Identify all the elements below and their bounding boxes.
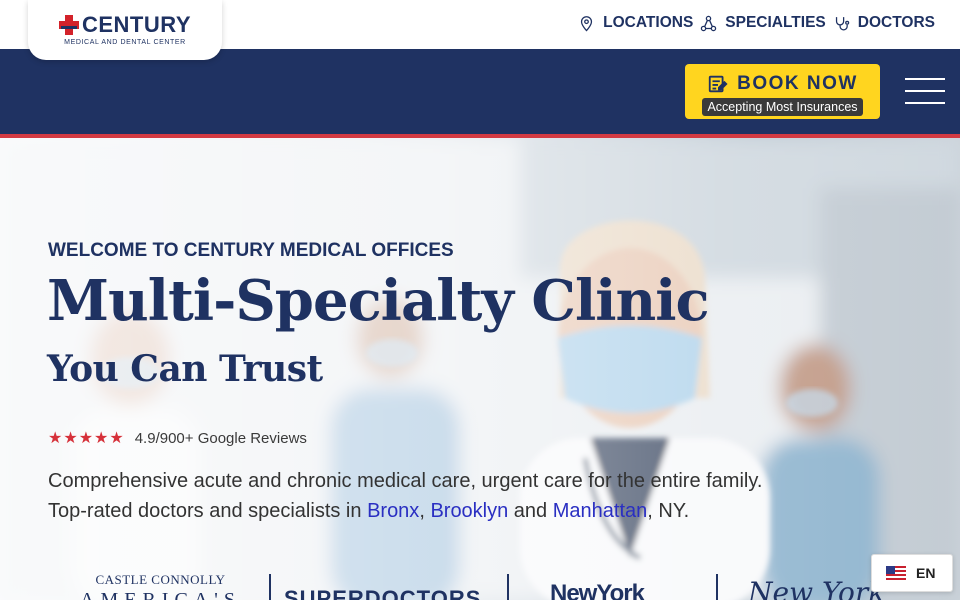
superdoctors-logo: SUPERDOCTORS bbox=[284, 586, 482, 600]
link-bronx[interactable]: Bronx bbox=[367, 500, 419, 522]
nav-locations-label: LOCATIONS bbox=[603, 14, 694, 31]
new-york-times-logo: New York bbox=[748, 576, 886, 600]
us-flag-icon bbox=[886, 566, 906, 580]
nav-locations[interactable]: LOCATIONS bbox=[578, 14, 693, 32]
description-line-2: Top-rated doctors and specialists in Bro… bbox=[48, 500, 690, 522]
book-now-button[interactable]: BOOK NOW Accepting Most Insurances bbox=[685, 64, 880, 119]
link-manhattan[interactable]: Manhattan bbox=[553, 500, 648, 522]
medical-cross-icon bbox=[58, 15, 79, 35]
nav-specialties[interactable]: SPECIALTIES bbox=[700, 14, 826, 32]
awards-strip: CASTLE CONNOLLY AMERICA'S SUPERDOCTORS N… bbox=[0, 570, 960, 600]
star-rating-icon: ★★★★★ bbox=[48, 430, 125, 447]
award-divider bbox=[507, 574, 509, 600]
calendar-edit-icon bbox=[708, 75, 728, 93]
hero-section: WELCOME TO CENTURY MEDICAL OFFICES Multi… bbox=[0, 138, 960, 600]
google-rating[interactable]: ★★★★★ 4.9/900+ Google Reviews bbox=[48, 428, 307, 448]
language-selector[interactable]: EN bbox=[871, 554, 953, 592]
nav-doctors[interactable]: DOCTORS bbox=[833, 14, 935, 32]
insurance-note: Accepting Most Insurances bbox=[702, 98, 863, 116]
nav-doctors-label: DOCTORS bbox=[857, 14, 935, 31]
menu-icon[interactable] bbox=[905, 78, 945, 104]
map-pin-icon bbox=[581, 15, 593, 32]
site-logo[interactable]: CENTURY MEDICAL AND DENTAL CENTER bbox=[28, 0, 222, 60]
network-icon bbox=[701, 15, 717, 31]
link-brooklyn[interactable]: Brooklyn bbox=[430, 500, 508, 522]
hero-description: Comprehensive acute and chronic medical … bbox=[48, 466, 762, 526]
language-label: EN bbox=[916, 565, 936, 581]
castle-connolly-logo: CASTLE CONNOLLY AMERICA'S bbox=[80, 572, 241, 600]
description-line-1: Comprehensive acute and chronic medical … bbox=[48, 470, 763, 492]
nav-specialties-label: SPECIALTIES bbox=[725, 14, 826, 31]
brand-tagline: MEDICAL AND DENTAL CENTER bbox=[64, 39, 186, 46]
top-header: CENTURY MEDICAL AND DENTAL CENTER LOCATI… bbox=[0, 0, 960, 60]
rating-text: 4.9/900+ Google Reviews bbox=[134, 429, 307, 447]
award-divider bbox=[716, 574, 718, 600]
top-navigation: LOCATIONS SPECIALTIES DOCTORS bbox=[578, 14, 935, 32]
page-subtitle: You Can Trust bbox=[47, 348, 323, 390]
new-york-magazine-logo: NewYork bbox=[550, 580, 645, 600]
book-now-label: BOOK NOW bbox=[737, 73, 858, 94]
stethoscope-icon bbox=[835, 16, 849, 31]
welcome-heading: WELCOME TO CENTURY MEDICAL OFFICES bbox=[48, 240, 454, 261]
page-title: Multi-Specialty Clinic bbox=[47, 268, 710, 334]
brand-name: CENTURY bbox=[81, 12, 192, 37]
award-divider bbox=[269, 574, 271, 600]
